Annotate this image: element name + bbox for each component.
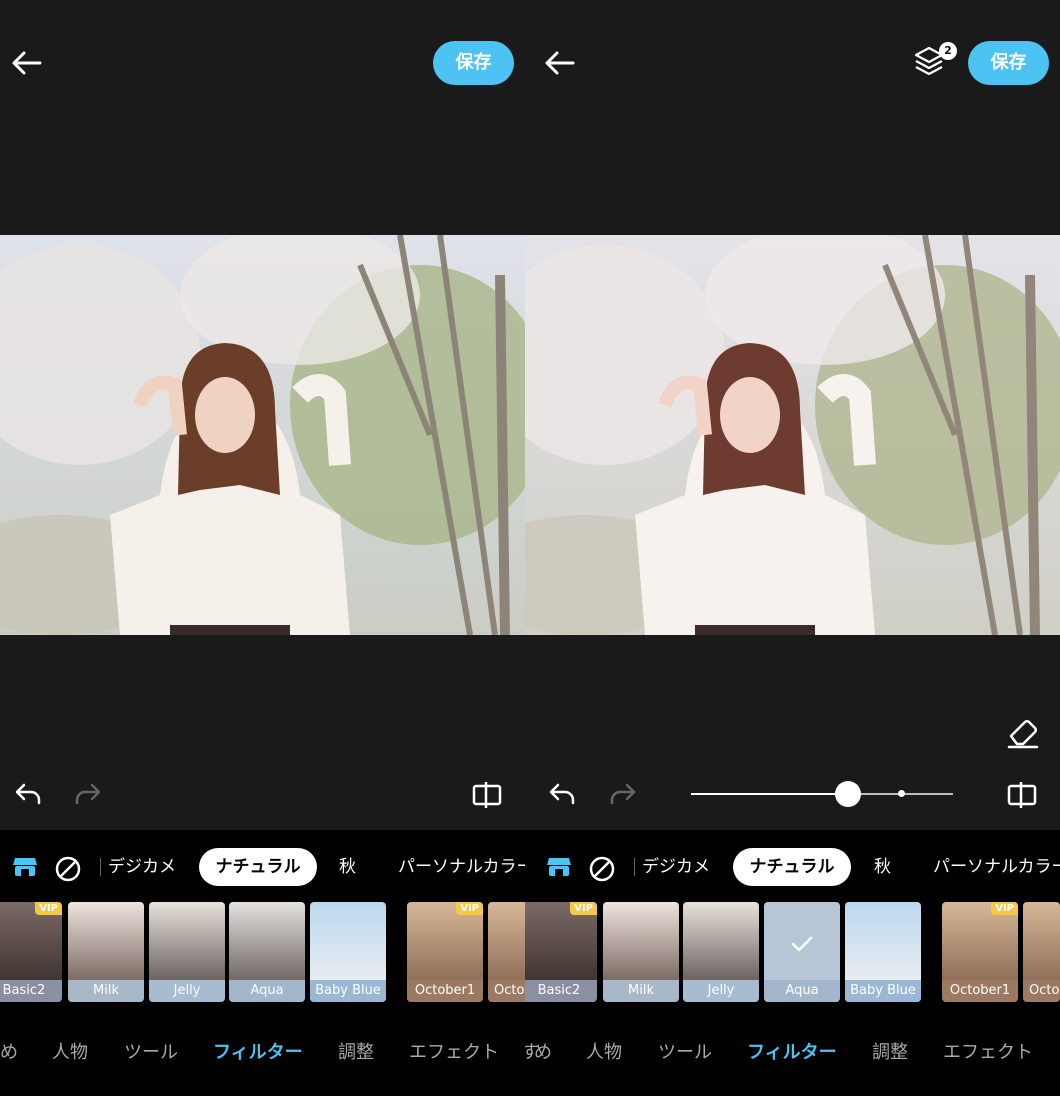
tab-adjust[interactable]: 調整: [872, 1038, 908, 1064]
category-divider: [634, 858, 635, 876]
category-natural[interactable]: ナチュラル: [733, 848, 851, 886]
filter-thumb-label: Aqua: [764, 980, 840, 1002]
vip-badge: VIP: [991, 902, 1018, 915]
redo-icon[interactable]: [72, 777, 104, 809]
editor-panel-right: 2 保存 デジカメ ナチュラル 秋 パーソナルカラー VIP Basic2 Mi…: [525, 0, 1060, 1096]
filter-thumb-label: Octo: [488, 980, 525, 1002]
undo-icon[interactable]: [546, 777, 578, 809]
filter-thumb-baby-blue[interactable]: Baby Blue: [310, 902, 386, 1002]
filter-thumb-aqua[interactable]: Aqua: [229, 902, 305, 1002]
tab-tools[interactable]: ツール: [658, 1038, 712, 1064]
compare-icon[interactable]: [1006, 778, 1038, 810]
tab-tools[interactable]: ツール: [124, 1038, 178, 1064]
filter-thumb-label: Aqua: [229, 980, 305, 1002]
filter-thumb-label: Basic2: [525, 980, 597, 1002]
slider-default-marker: [897, 790, 905, 797]
tab-recommend[interactable]: め: [0, 1038, 18, 1064]
filter-thumb-label: Milk: [603, 980, 679, 1002]
category-autumn[interactable]: 秋: [874, 848, 891, 886]
back-arrow-icon[interactable]: [543, 46, 577, 80]
tab-person[interactable]: 人物: [586, 1038, 622, 1064]
filter-thumb-october1[interactable]: VIP October1: [942, 902, 1018, 1002]
store-icon[interactable]: [12, 856, 38, 878]
edited-photo: [525, 235, 1060, 635]
filter-thumb-jelly[interactable]: Jelly: [683, 902, 759, 1002]
back-arrow-icon[interactable]: [10, 46, 44, 80]
no-filter-icon[interactable]: [589, 856, 615, 882]
tab-person[interactable]: 人物: [52, 1038, 88, 1064]
category-digicam[interactable]: デジカメ: [642, 848, 710, 886]
filter-thumb-october2[interactable]: Octo: [488, 902, 525, 1002]
undo-icon[interactable]: [12, 777, 44, 809]
no-filter-icon[interactable]: [55, 856, 81, 882]
filter-thumb-label: October1: [942, 980, 1018, 1002]
redo-icon[interactable]: [607, 777, 639, 809]
category-personal-color[interactable]: パーソナルカラー: [398, 848, 525, 886]
vip-badge: VIP: [570, 902, 597, 915]
layers-count-badge: 2: [939, 42, 957, 60]
tab-filter[interactable]: フィルター: [213, 1038, 303, 1064]
tab-adjust[interactable]: 調整: [338, 1038, 374, 1064]
filter-thumb-october1[interactable]: VIP October1: [407, 902, 483, 1002]
store-icon[interactable]: [546, 856, 572, 878]
category-personal-color[interactable]: パーソナルカラー: [933, 848, 1060, 886]
photo-canvas[interactable]: [0, 235, 525, 635]
category-natural[interactable]: ナチュラル: [199, 848, 317, 886]
slider-handle[interactable]: [835, 781, 862, 807]
edited-photo: [0, 235, 525, 635]
filter-thumb-label: October1: [407, 980, 483, 1002]
tab-effect[interactable]: エフェクト: [943, 1038, 1033, 1064]
filter-thumb-basic2[interactable]: VIP Basic2: [0, 902, 62, 1002]
filter-thumb-october2[interactable]: Octo: [1023, 902, 1060, 1002]
bottom-panel: デジカメ ナチュラル 秋 パーソナルカラー VIP Basic2 Milk Je…: [0, 830, 525, 1096]
tab-effect[interactable]: エフェクト: [409, 1038, 499, 1064]
check-icon: [791, 936, 813, 952]
filter-thumb-label: Baby Blue: [845, 980, 921, 1002]
save-button[interactable]: 保存: [433, 41, 514, 85]
filter-thumb-milk[interactable]: Milk: [603, 902, 679, 1002]
vip-badge: VIP: [456, 902, 483, 915]
filter-thumb-baby-blue[interactable]: Baby Blue: [845, 902, 921, 1002]
save-button[interactable]: 保存: [968, 41, 1049, 85]
filter-thumb-label: Jelly: [683, 980, 759, 1002]
tab-recommend[interactable]: め: [534, 1038, 552, 1064]
filter-thumb-milk[interactable]: Milk: [68, 902, 144, 1002]
compare-icon[interactable]: [471, 778, 503, 810]
category-divider: [100, 858, 101, 876]
category-digicam[interactable]: デジカメ: [108, 848, 176, 886]
vip-badge: VIP: [35, 902, 62, 915]
filter-thumb-label: Octo: [1023, 980, 1060, 1002]
bottom-panel: デジカメ ナチュラル 秋 パーソナルカラー VIP Basic2 Milk Je…: [525, 830, 1060, 1096]
filter-thumb-label: Basic2: [0, 980, 62, 1002]
photo-canvas[interactable]: [525, 235, 1060, 635]
slider-fill: [691, 793, 849, 795]
tab-filter[interactable]: フィルター: [747, 1038, 837, 1064]
editor-panel-left: 保存 デジカメ ナチュラル 秋 パーソナルカラー VIP Basic2 Milk…: [0, 0, 525, 1096]
filter-thumb-label: Jelly: [149, 980, 225, 1002]
filter-thumb-basic2[interactable]: VIP Basic2: [525, 902, 597, 1002]
filter-thumb-jelly[interactable]: Jelly: [149, 902, 225, 1002]
filter-thumb-label: Baby Blue: [310, 980, 386, 1002]
layers-icon[interactable]: 2: [913, 42, 957, 80]
category-autumn[interactable]: 秋: [339, 848, 356, 886]
eraser-icon[interactable]: [1005, 714, 1041, 750]
filter-intensity-slider[interactable]: [691, 780, 953, 808]
filter-thumb-label: Milk: [68, 980, 144, 1002]
filter-thumb-aqua-selected[interactable]: Aqua: [764, 902, 840, 1002]
